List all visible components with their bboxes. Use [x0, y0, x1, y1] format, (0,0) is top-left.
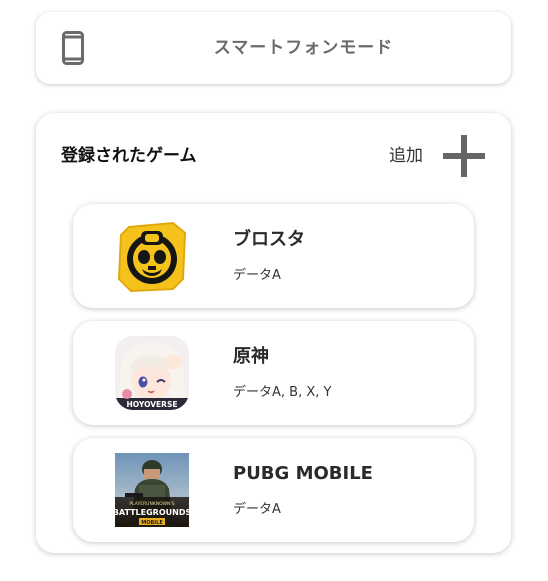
plus-icon — [443, 135, 485, 177]
add-game-button[interactable]: 追加 — [386, 135, 498, 177]
pubg-icon-text-top: PLAYERUNKNOWN'S — [129, 501, 174, 507]
game-name: 原神 — [233, 346, 269, 367]
game-data: データA, B, X, Y — [233, 385, 332, 400]
mode-label: スマートフォンモード — [213, 38, 394, 58]
game-data: データA — [233, 502, 281, 517]
brawl-stars-icon — [117, 221, 187, 293]
add-label: 追加 — [389, 146, 423, 166]
genshin-impact-icon: HOYOVERSE — [115, 336, 189, 410]
panel-title: 登録されたゲーム — [61, 146, 197, 166]
pubg-mobile-icon: PLAYERUNKNOWN'S BATTLEGROUNDS MOBILE — [115, 453, 189, 527]
smartphone-mode-button[interactable]: スマートフォンモード — [36, 12, 511, 84]
smartphone-icon — [62, 31, 84, 65]
game-data: データA — [233, 268, 281, 283]
genshin-icon-text: HOYOVERSE — [127, 400, 178, 409]
pubg-icon-text-main: BATTLEGROUNDS — [115, 508, 189, 517]
page: スマートフォンモード 登録されたゲーム 追加 ブロスタ データA HOYOVER… — [0, 0, 548, 581]
game-name: PUBG MOBILE — [233, 463, 373, 484]
game-item-pubg[interactable]: PLAYERUNKNOWN'S BATTLEGROUNDS MOBILE PUB… — [73, 438, 474, 542]
game-item-genshin[interactable]: HOYOVERSE 原神 データA, B, X, Y — [73, 321, 474, 425]
pubg-icon-text-mobile: MOBILE — [141, 520, 163, 526]
registered-games-panel: 登録されたゲーム 追加 ブロスタ データA HOYOVERSE 原神 データA,… — [36, 113, 511, 553]
game-name: ブロスタ — [233, 229, 305, 250]
game-item-brawl-stars[interactable]: ブロスタ データA — [73, 204, 474, 308]
